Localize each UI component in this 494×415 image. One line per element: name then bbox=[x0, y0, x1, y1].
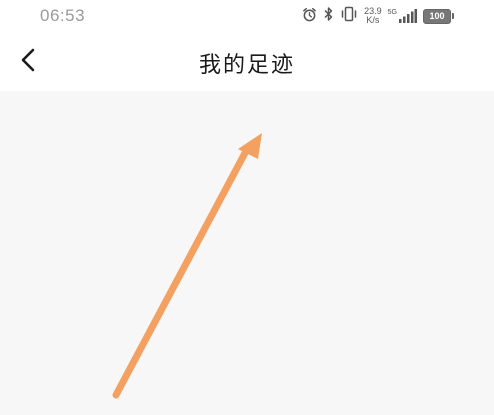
arrow-annotation bbox=[112, 133, 262, 399]
network-speed: 23.9 K/s bbox=[364, 7, 382, 25]
title-bar: 我的足迹 bbox=[0, 36, 494, 91]
status-icons: 23.9 K/s 5G 100 bbox=[302, 5, 454, 27]
arrow-shaft bbox=[112, 149, 249, 399]
battery-tip bbox=[452, 13, 454, 19]
net-speed-unit: K/s bbox=[366, 15, 380, 25]
vibrate-icon bbox=[340, 6, 358, 26]
signal-icon: 5G bbox=[388, 9, 417, 23]
bluetooth-icon bbox=[323, 6, 334, 26]
status-bar: 06:53 23.9 K/s 5G 100 bbox=[0, 0, 494, 36]
battery-level: 100 bbox=[423, 8, 451, 24]
signal-label: 5G bbox=[387, 9, 397, 16]
alarm-icon bbox=[302, 7, 317, 26]
battery-icon: 100 bbox=[423, 8, 454, 24]
status-time: 06:53 bbox=[40, 6, 86, 25]
footprint-content bbox=[0, 91, 494, 415]
page-title: 我的足迹 bbox=[198, 53, 295, 78]
